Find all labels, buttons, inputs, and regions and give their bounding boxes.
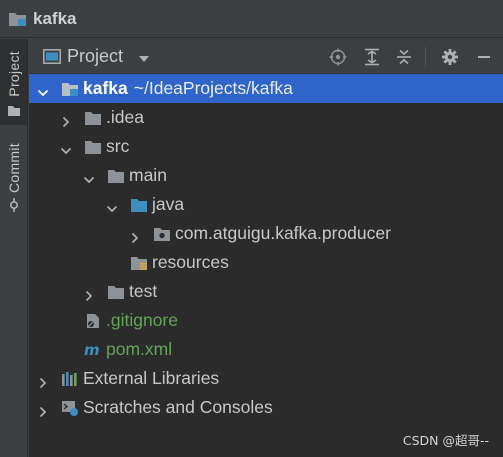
window-titlebar: kafka xyxy=(0,0,503,38)
locate-icon[interactable] xyxy=(329,48,347,66)
tree-label: src xyxy=(106,136,130,156)
arrow-placeholder xyxy=(60,344,72,356)
arrow-placeholder xyxy=(60,315,72,327)
chevron-right-icon[interactable] xyxy=(37,373,49,388)
chevron-down-icon[interactable] xyxy=(37,83,49,96)
tool-window-title[interactable]: Project xyxy=(67,46,123,67)
source-folder-icon xyxy=(130,197,148,213)
hide-icon[interactable] xyxy=(475,48,493,66)
tree-row-external-libraries[interactable]: External Libraries xyxy=(29,364,503,393)
gear-icon[interactable] xyxy=(441,48,459,66)
chevron-down-icon[interactable] xyxy=(60,141,72,154)
tree-label: pom.xml xyxy=(106,339,173,359)
folder-icon xyxy=(107,284,125,300)
resources-folder-icon xyxy=(130,255,148,271)
tree-label: External Libraries xyxy=(83,368,220,388)
tree-label: .gitignore xyxy=(106,310,178,330)
tree-label: test xyxy=(129,281,158,301)
tree-row-package[interactable]: com.atguigu.kafka.producer xyxy=(29,219,503,248)
side-tab-commit[interactable]: Commit xyxy=(0,137,27,217)
tree-label: com.atguigu.kafka.producer xyxy=(175,223,391,243)
libraries-icon xyxy=(61,371,79,387)
project-folder-icon xyxy=(8,10,28,28)
header-separator xyxy=(425,47,426,67)
tree-row-gitignore[interactable]: .gitignore xyxy=(29,306,503,335)
chevron-right-icon[interactable] xyxy=(83,286,95,301)
tree-row-test[interactable]: test xyxy=(29,277,503,306)
folder-icon xyxy=(107,168,125,184)
folder-icon xyxy=(84,110,102,126)
side-tab-project-label: Project xyxy=(5,51,22,97)
gitignore-file-icon xyxy=(84,313,102,329)
tree-row-scratches[interactable]: Scratches and Consoles xyxy=(29,393,503,422)
tree-label: resources xyxy=(152,252,229,272)
tree-path: ~/IdeaProjects/kafka xyxy=(133,78,293,98)
tree-label: java xyxy=(152,194,185,214)
package-icon xyxy=(153,226,171,242)
tree-row-idea[interactable]: .idea xyxy=(29,103,503,132)
side-tab-project[interactable]: Project xyxy=(0,39,27,125)
chevron-down-icon[interactable] xyxy=(83,170,95,183)
chevron-right-icon[interactable] xyxy=(129,228,141,243)
tree-row-kafka[interactable]: kafka ~/IdeaProjects/kafka xyxy=(29,74,503,103)
project-tool-header: Project xyxy=(29,39,503,74)
tree-row-src[interactable]: src xyxy=(29,132,503,161)
tree-row-pom[interactable]: m pom.xml xyxy=(29,335,503,364)
arrow-placeholder xyxy=(106,257,118,269)
svg-text:m: m xyxy=(84,342,100,358)
tree-label: kafka xyxy=(83,78,128,98)
tree-row-main[interactable]: main xyxy=(29,161,503,190)
module-folder-icon xyxy=(61,81,79,97)
scratches-icon xyxy=(61,400,79,416)
ide-window: kafka Project Commit Project kafka ~/Ide… xyxy=(0,0,503,457)
folder-icon xyxy=(84,139,102,155)
collapse-all-icon[interactable] xyxy=(395,48,413,66)
watermark: CSDN @超哥-- xyxy=(402,433,489,448)
chevron-down-icon[interactable] xyxy=(137,50,151,62)
folder-icon xyxy=(7,102,21,121)
project-tree: kafka ~/IdeaProjects/kafka .idea src mai… xyxy=(29,74,503,457)
expand-all-icon[interactable] xyxy=(363,48,381,66)
tree-label: .idea xyxy=(106,107,144,127)
side-tab-commit-label: Commit xyxy=(5,143,22,194)
tree-label: Scratches and Consoles xyxy=(83,397,273,417)
tree-row-java[interactable]: java xyxy=(29,190,503,219)
tree-row-resources[interactable]: resources xyxy=(29,248,503,277)
window-title: kafka xyxy=(33,8,77,28)
left-tool-strip: Project Commit xyxy=(0,39,28,457)
maven-icon: m xyxy=(84,341,102,359)
tree-label: main xyxy=(129,165,167,185)
chevron-right-icon[interactable] xyxy=(60,112,72,127)
project-view-icon xyxy=(43,48,61,64)
chevron-down-icon[interactable] xyxy=(106,199,118,212)
commit-icon xyxy=(7,197,21,216)
chevron-right-icon[interactable] xyxy=(37,402,49,417)
